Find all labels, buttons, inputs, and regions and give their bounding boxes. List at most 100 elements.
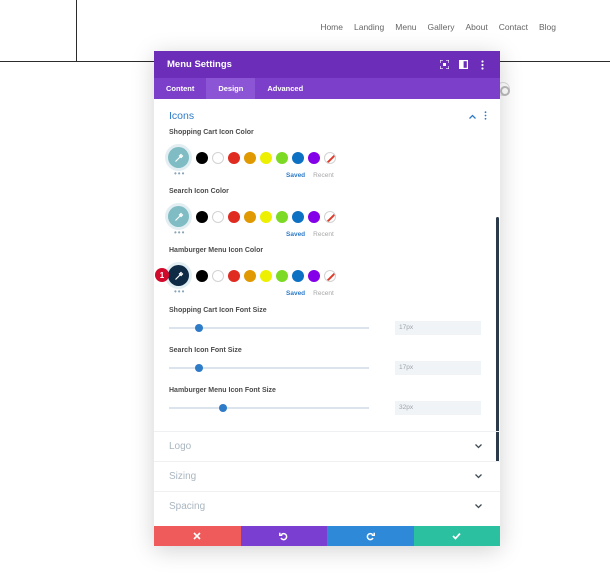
split-view-icon[interactable] — [455, 57, 471, 73]
palette-tabs: Saved Recent — [286, 172, 334, 179]
palette-tabs: Saved Recent — [286, 290, 334, 297]
menu-settings-modal: Menu Settings Content Design Advanced Ic… — [154, 51, 500, 546]
section-title-icons: Icons — [169, 110, 195, 122]
slider-thumb[interactable] — [219, 404, 227, 412]
more-colors-icon[interactable]: ••• — [174, 228, 185, 237]
color-swatch[interactable] — [228, 210, 240, 223]
more-colors-icon[interactable]: ••• — [174, 169, 185, 178]
eyedropper-icon[interactable] — [168, 265, 189, 286]
save-button[interactable] — [413, 526, 500, 546]
search-font-size-label: Search Icon Font Size — [169, 347, 242, 354]
search-icon-color-label: Search Icon Color — [169, 188, 229, 195]
chevron-down-icon[interactable] — [475, 442, 482, 451]
recent-colors-tab[interactable]: Recent — [313, 231, 334, 238]
nav-item-blog[interactable]: Blog — [539, 22, 556, 32]
toggle-logo[interactable]: Logo — [154, 431, 500, 461]
no-color-icon[interactable] — [324, 210, 336, 223]
site-nav: Home Landing Menu Gallery About Contact … — [320, 22, 556, 32]
nav-item-contact[interactable]: Contact — [499, 22, 528, 32]
swatch-palette — [196, 151, 336, 164]
nav-item-about[interactable]: About — [465, 22, 487, 32]
scrollbar[interactable] — [496, 217, 499, 462]
search-color-picker — [168, 206, 336, 227]
font-size-input[interactable]: 17px — [395, 321, 481, 335]
slider-track[interactable] — [169, 407, 369, 409]
color-swatch[interactable] — [260, 269, 272, 282]
slider-thumb[interactable] — [195, 324, 203, 332]
swatch-palette — [196, 210, 336, 223]
hamburger-menu-icon-color-label: Hamburger Menu Icon Color — [169, 247, 264, 254]
modal-body: Icons Shopping Cart Icon Color ••• Saved… — [154, 99, 500, 526]
nav-item-home[interactable]: Home — [320, 22, 343, 32]
toggle-spacing[interactable]: Spacing — [154, 491, 500, 521]
undo-button[interactable] — [240, 526, 327, 546]
toggle-sizing[interactable]: Sizing — [154, 461, 500, 491]
color-swatch[interactable] — [276, 210, 288, 223]
modal-footer — [154, 526, 500, 546]
icons-section-header[interactable]: Icons — [169, 110, 487, 122]
chevron-up-icon[interactable] — [469, 112, 476, 121]
undo-icon — [279, 532, 288, 540]
color-swatch[interactable] — [260, 151, 272, 164]
font-size-input[interactable]: 32px — [395, 401, 481, 415]
color-swatch[interactable] — [212, 269, 224, 282]
color-swatch[interactable] — [212, 151, 224, 164]
eyedropper-icon[interactable] — [168, 206, 189, 227]
color-swatch[interactable] — [308, 210, 320, 223]
saved-colors-tab[interactable]: Saved — [286, 231, 305, 238]
shopping-cart-color-picker — [168, 147, 336, 168]
color-swatch[interactable] — [292, 210, 304, 223]
shopping-cart-font-size-label: Shopping Cart Icon Font Size — [169, 307, 267, 314]
more-colors-icon[interactable]: ••• — [174, 287, 185, 296]
tab-design[interactable]: Design — [206, 78, 256, 99]
slider-thumb[interactable] — [195, 364, 203, 372]
color-swatch[interactable] — [308, 269, 320, 282]
color-swatch[interactable] — [212, 210, 224, 223]
color-swatch[interactable] — [196, 151, 208, 164]
fullscreen-icon[interactable] — [436, 57, 452, 73]
close-icon — [193, 532, 201, 540]
color-swatch[interactable] — [196, 210, 208, 223]
color-swatch[interactable] — [308, 151, 320, 164]
discard-button[interactable] — [154, 526, 241, 546]
color-swatch[interactable] — [228, 151, 240, 164]
color-swatch[interactable] — [196, 269, 208, 282]
color-swatch[interactable] — [260, 210, 272, 223]
chevron-down-icon[interactable] — [475, 472, 482, 481]
tab-advanced[interactable]: Advanced — [255, 78, 315, 99]
color-swatch[interactable] — [244, 151, 256, 164]
redo-icon — [366, 532, 375, 540]
kebab-icon[interactable] — [474, 57, 490, 73]
saved-colors-tab[interactable]: Saved — [286, 290, 305, 297]
toggle-title: Sizing — [169, 471, 197, 482]
section-kebab-icon[interactable] — [484, 110, 487, 122]
no-color-icon[interactable] — [324, 151, 336, 164]
site-divider-vertical — [76, 0, 77, 62]
nav-item-gallery[interactable]: Gallery — [428, 22, 455, 32]
color-swatch[interactable] — [276, 151, 288, 164]
toggle-title: Logo — [169, 441, 192, 452]
saved-colors-tab[interactable]: Saved — [286, 172, 305, 179]
chevron-down-icon[interactable] — [475, 502, 482, 511]
tab-content[interactable]: Content — [154, 78, 206, 99]
swatch-palette — [196, 269, 336, 282]
color-swatch[interactable] — [228, 269, 240, 282]
color-swatch[interactable] — [244, 210, 256, 223]
recent-colors-tab[interactable]: Recent — [313, 290, 334, 297]
nav-item-landing[interactable]: Landing — [354, 22, 384, 32]
nav-item-menu[interactable]: Menu — [395, 22, 416, 32]
color-swatch[interactable] — [276, 269, 288, 282]
modal-title: Menu Settings — [167, 59, 232, 70]
color-swatch[interactable] — [244, 269, 256, 282]
font-size-input[interactable]: 17px — [395, 361, 481, 375]
hamburger-color-picker — [168, 265, 336, 286]
step-badge: 1 — [155, 268, 169, 282]
palette-tabs: Saved Recent — [286, 231, 334, 238]
color-swatch[interactable] — [292, 269, 304, 282]
redo-button[interactable] — [327, 526, 414, 546]
recent-colors-tab[interactable]: Recent — [313, 172, 334, 179]
eyedropper-icon[interactable] — [168, 147, 189, 168]
color-swatch[interactable] — [292, 151, 304, 164]
no-color-icon[interactable] — [324, 269, 336, 282]
tab-bar: Content Design Advanced — [154, 78, 500, 99]
